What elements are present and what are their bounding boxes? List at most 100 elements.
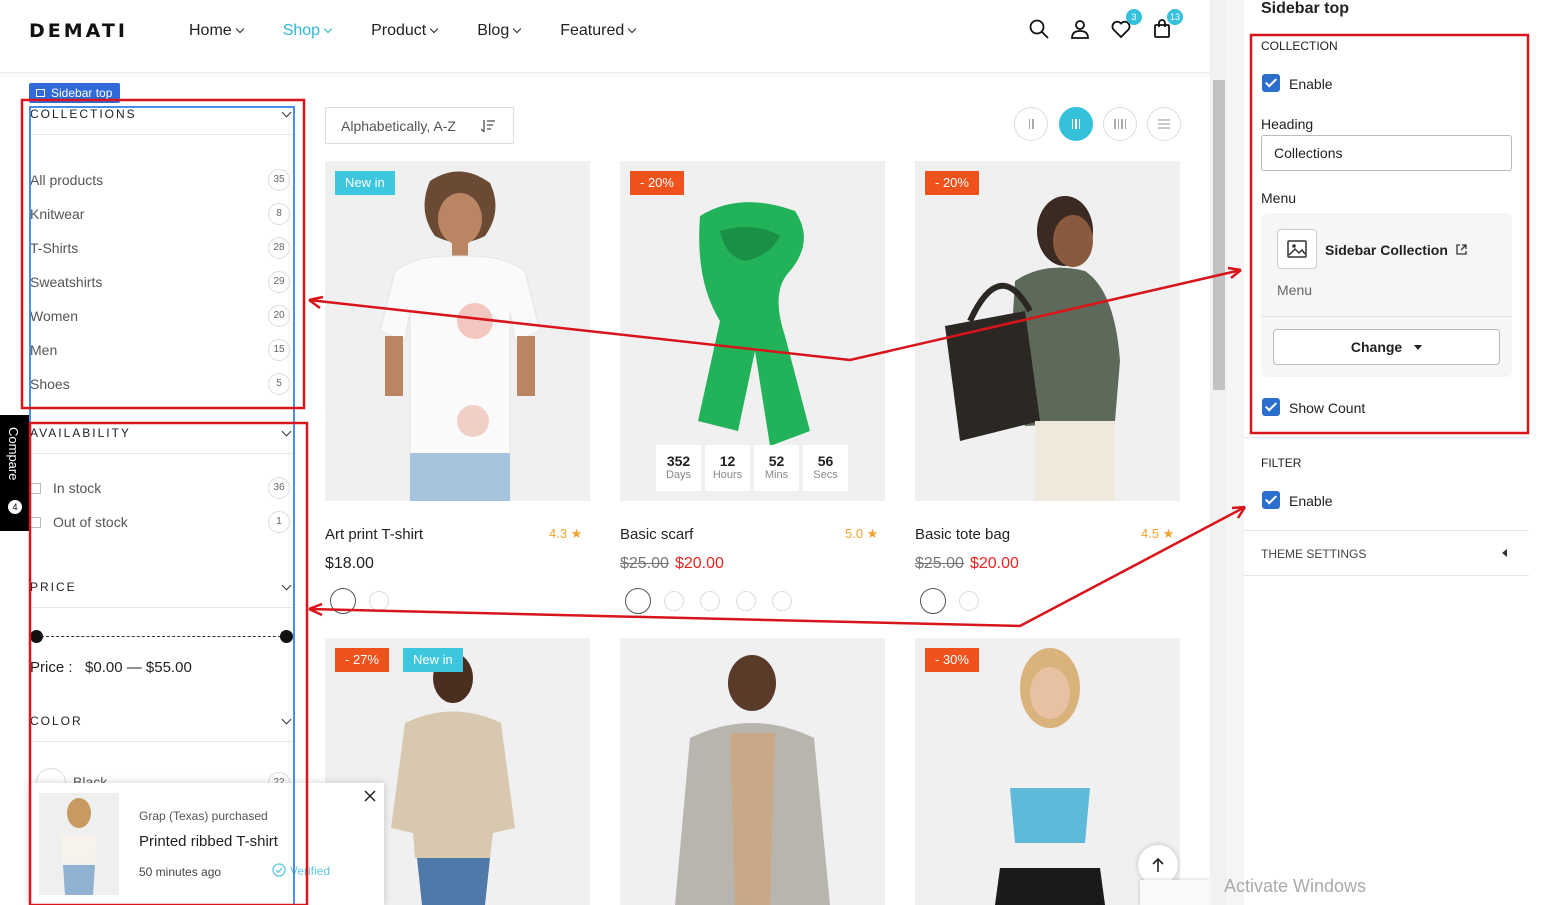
color-swatch[interactable]	[700, 591, 720, 611]
product-image[interactable]: - 20%	[915, 161, 1180, 501]
arrow-up-icon	[1152, 857, 1164, 872]
product-image[interactable]	[620, 638, 885, 905]
list-icon	[1158, 119, 1170, 129]
list-view-button[interactable]	[1147, 107, 1181, 141]
show-count-checkbox[interactable]	[1262, 398, 1280, 416]
sort-select[interactable]: Alphabetically, A-Z	[325, 107, 514, 144]
color-swatch[interactable]	[330, 588, 356, 614]
purchase-product[interactable]: Printed ribbed T-shirt	[139, 833, 278, 850]
color-swatch[interactable]	[625, 588, 651, 614]
product-price: $25.00 $20.00	[620, 555, 724, 573]
caret-left-icon	[1502, 549, 1507, 557]
menu-sub: Menu	[1277, 282, 1313, 298]
filter-heading[interactable]: PRICE	[30, 580, 294, 608]
availability-item[interactable]: In stock 36	[30, 477, 290, 499]
nav-shop[interactable]: Shop	[283, 22, 333, 40]
theme-settings-toggle[interactable]: THEME SETTINGS	[1261, 547, 1366, 561]
countdown-value: 352	[666, 453, 691, 469]
color-swatch[interactable]	[736, 591, 756, 611]
enable-filter-checkbox[interactable]	[1262, 491, 1280, 509]
availability-item[interactable]: Out of stock 1	[30, 511, 290, 533]
filter-heading[interactable]: COLLECTIONS	[30, 107, 294, 135]
show-count-label: Show Count	[1289, 400, 1366, 416]
nav-featured[interactable]: Featured	[560, 22, 637, 40]
wishlist-badge: 3	[1126, 9, 1142, 25]
bar	[1028, 119, 1030, 129]
header-icons: 3 13	[1028, 9, 1183, 40]
collection-label: Sweatshirts	[30, 274, 103, 290]
account-icon[interactable]	[1069, 18, 1091, 40]
bar	[1124, 119, 1126, 129]
countdown-hours: 12 Hours	[705, 445, 750, 491]
collection-item[interactable]: T-Shirts 28	[30, 237, 290, 259]
close-popup-button[interactable]	[361, 787, 379, 805]
slider-handle-max[interactable]	[280, 630, 293, 643]
filter-heading[interactable]: AVAILABILITY	[30, 426, 294, 454]
availability-label: Out of stock	[53, 514, 128, 530]
availability-label: In stock	[53, 480, 102, 496]
collection-item[interactable]: Shoes 5	[30, 373, 290, 395]
cart-icon[interactable]: 13	[1151, 9, 1183, 40]
count-badge: 36	[268, 477, 290, 499]
chevron-down-icon	[281, 107, 292, 118]
old-price: $25.00	[620, 555, 669, 572]
filter-availability: AVAILABILITY In stock 36 Out of stock 1	[30, 426, 294, 546]
filter-color: COLOR Black 22	[30, 714, 294, 798]
nav-blog[interactable]: Blog	[477, 22, 522, 40]
enable-collection-checkbox[interactable]	[1262, 74, 1280, 92]
collection-item[interactable]: Men 15	[30, 339, 290, 361]
site-header: DEMATI Home Shop Product Blog Featured 3…	[0, 0, 1210, 73]
color-swatch[interactable]	[772, 591, 792, 611]
filter-heading[interactable]: COLOR	[30, 714, 294, 742]
sort-label: Alphabetically, A-Z	[341, 118, 456, 134]
product-image[interactable]: New in	[325, 161, 590, 501]
checkbox[interactable]	[30, 517, 41, 528]
sidebar-top-chip[interactable]: Sidebar top	[29, 83, 121, 103]
color-swatch[interactable]	[920, 588, 946, 614]
section-collection: COLLECTION	[1261, 39, 1338, 53]
price-readout: Price : $0.00 — $55.00	[30, 659, 192, 676]
color-swatch[interactable]	[959, 591, 979, 611]
grid-3-columns-button[interactable]	[1059, 107, 1093, 141]
grid-2-columns-button[interactable]	[1014, 107, 1048, 141]
menu-name-link[interactable]: Sidebar Collection	[1325, 242, 1467, 258]
collection-item[interactable]: All products 35	[30, 169, 290, 191]
verified-badge: Verified	[272, 863, 330, 878]
collection-item[interactable]: Knitwear 8	[30, 203, 290, 225]
heading-input[interactable]: Collections	[1261, 135, 1512, 171]
compare-count: 4	[8, 500, 22, 514]
compare-tab[interactable]: Compare 4	[0, 415, 30, 531]
filter-enable-label: Enable	[1289, 493, 1333, 509]
color-swatch[interactable]	[369, 591, 389, 611]
chevron-down-icon	[323, 24, 333, 34]
change-menu-button[interactable]: Change	[1273, 329, 1500, 365]
popup-product-image[interactable]	[39, 793, 119, 895]
color-swatch[interactable]	[664, 591, 684, 611]
wishlist-icon[interactable]: 3	[1110, 9, 1142, 40]
nav-product[interactable]: Product	[371, 22, 439, 40]
product-title[interactable]: Basic scarf	[620, 526, 693, 543]
collection-item[interactable]: Sweatshirts 29	[30, 271, 290, 293]
nav-home[interactable]: Home	[189, 22, 244, 40]
logo[interactable]: DEMATI	[29, 20, 128, 42]
sale-price: $20.00	[969, 555, 1019, 572]
collection-item[interactable]: Women 20	[30, 305, 290, 327]
filter-heading-label: COLOR	[30, 714, 83, 728]
product-image[interactable]: - 20% 352 Days 12 Hours 52 Mins 56 Secs	[620, 161, 885, 501]
slider-handle-min[interactable]	[30, 630, 43, 643]
recaptcha-badge[interactable]	[1140, 880, 1210, 905]
checkbox[interactable]	[30, 483, 41, 494]
product-title[interactable]: Art print T-shirt	[325, 526, 423, 543]
product-price: $18.00	[325, 555, 374, 572]
enable-label: Enable	[1289, 76, 1333, 92]
scrollbar-thumb[interactable]	[1213, 80, 1225, 390]
panel-title: Sidebar top	[1261, 0, 1350, 17]
panel-gutter	[1227, 0, 1244, 905]
search-icon[interactable]	[1028, 18, 1050, 40]
filter-heading-label: COLLECTIONS	[30, 107, 137, 121]
grid-4-columns-button[interactable]	[1103, 107, 1137, 141]
price-slider[interactable]	[30, 630, 293, 644]
product-title[interactable]: Basic tote bag	[915, 526, 1010, 543]
nav-label: Product	[371, 22, 427, 39]
back-to-top-button[interactable]	[1138, 845, 1178, 885]
